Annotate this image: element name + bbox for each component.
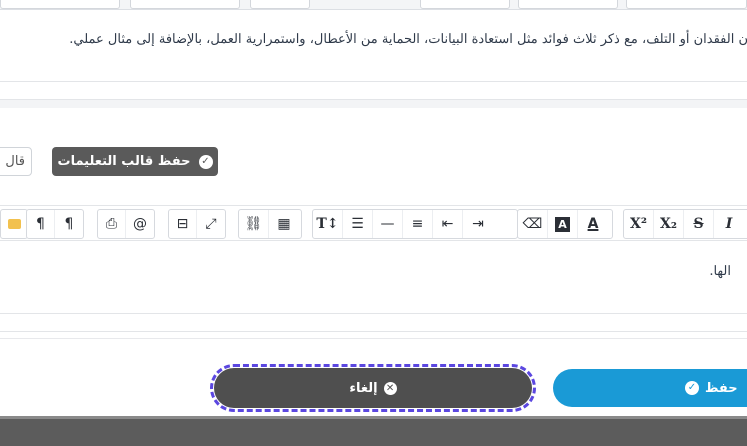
code-view-icon[interactable]: ⊟ (169, 210, 198, 238)
text-size-icon[interactable]: T↕ (313, 210, 343, 238)
table-icon[interactable]: ▦ (269, 210, 299, 238)
toolbar-group-paragraph: T↕ ☰ — ≡ ⇤ ⇥ (312, 209, 518, 239)
section-divider (0, 100, 747, 108)
close-circle-icon: ✕ (383, 381, 397, 395)
paragraph-ltr-icon[interactable]: ¶ (55, 210, 83, 238)
superscript-icon[interactable]: X² (624, 210, 654, 238)
mention-icon[interactable]: @ (126, 210, 154, 238)
print-icon[interactable]: ⎙ (98, 210, 127, 238)
toolbar-group-color: ⌫ A A (517, 209, 613, 239)
question-footer-strip (0, 82, 747, 100)
align-icon[interactable]: ≡ (403, 210, 433, 238)
question-card: ن الفقدان أو التلف، مع ذكر ثلاث فوائد مث… (0, 10, 747, 82)
toolbar-group-direction: ¶ ¶ (26, 209, 84, 239)
tab-stub[interactable] (420, 0, 510, 9)
check-circle-icon: ✓ (198, 154, 213, 169)
folder-icon[interactable] (1, 210, 27, 238)
cancel-label: إلغاء (349, 380, 378, 396)
text-editor[interactable]: الها. (0, 242, 747, 314)
font-color-icon[interactable]: A (578, 210, 608, 238)
template-button[interactable]: قال (0, 147, 32, 176)
bottom-overlay (0, 416, 747, 446)
question-text: ن الفقدان أو التلف، مع ذكر ثلاث فوائد مث… (69, 32, 747, 47)
tab-stub[interactable] (518, 0, 618, 9)
editor-content: الها. (709, 264, 731, 279)
toolbar-group-insert: ⛓ ▦ (238, 209, 302, 239)
italic-icon[interactable]: I (714, 210, 744, 238)
outdent-icon[interactable]: ⇤ (433, 210, 463, 238)
clear-format-icon[interactable]: ⌫ (518, 210, 548, 238)
indent-icon[interactable]: ⇥ (463, 210, 493, 238)
strikethrough-icon[interactable]: S (684, 210, 714, 238)
editor-status-bar (0, 314, 747, 332)
paragraph-rtl-icon[interactable]: ¶ (27, 210, 56, 238)
fullscreen-icon[interactable]: ⤢ (197, 210, 225, 238)
tab-stub[interactable] (626, 0, 747, 9)
save-label: حفظ (705, 380, 738, 396)
toolbar-group-style: X² X₂ S I (623, 209, 747, 239)
cancel-button[interactable]: إلغاء ✕ (210, 364, 536, 412)
top-strip (0, 0, 747, 10)
tab-stub[interactable] (130, 0, 240, 9)
check-circle-icon: ✓ (685, 381, 699, 395)
toolbar-group-file (0, 209, 28, 239)
horizontal-rule-icon[interactable]: — (373, 210, 403, 238)
tab-stub[interactable] (250, 0, 310, 9)
link-icon[interactable]: ⛓ (239, 210, 269, 238)
tab-stub[interactable] (0, 0, 120, 9)
subscript-icon[interactable]: X₂ (654, 210, 684, 238)
save-template-button[interactable]: حفظ قالب التعليمات ✓ (52, 147, 218, 176)
toolbar-group-view: ⊟ ⤢ (168, 209, 226, 239)
toolbar-group-output: ⎙ @ (97, 209, 155, 239)
background-color-icon[interactable]: A (548, 210, 578, 238)
save-button[interactable]: ✓ حفظ (553, 369, 747, 407)
ordered-list-icon[interactable]: ☰ (343, 210, 373, 238)
save-template-label: حفظ قالب التعليمات (57, 154, 191, 169)
editor-toolbar: ¶ ¶ ⎙ @ ⊟ ⤢ ⛓ ▦ T↕ ☰ — ≡ ⇤ ⇥ ⌫ A A X² X₂… (0, 205, 747, 241)
